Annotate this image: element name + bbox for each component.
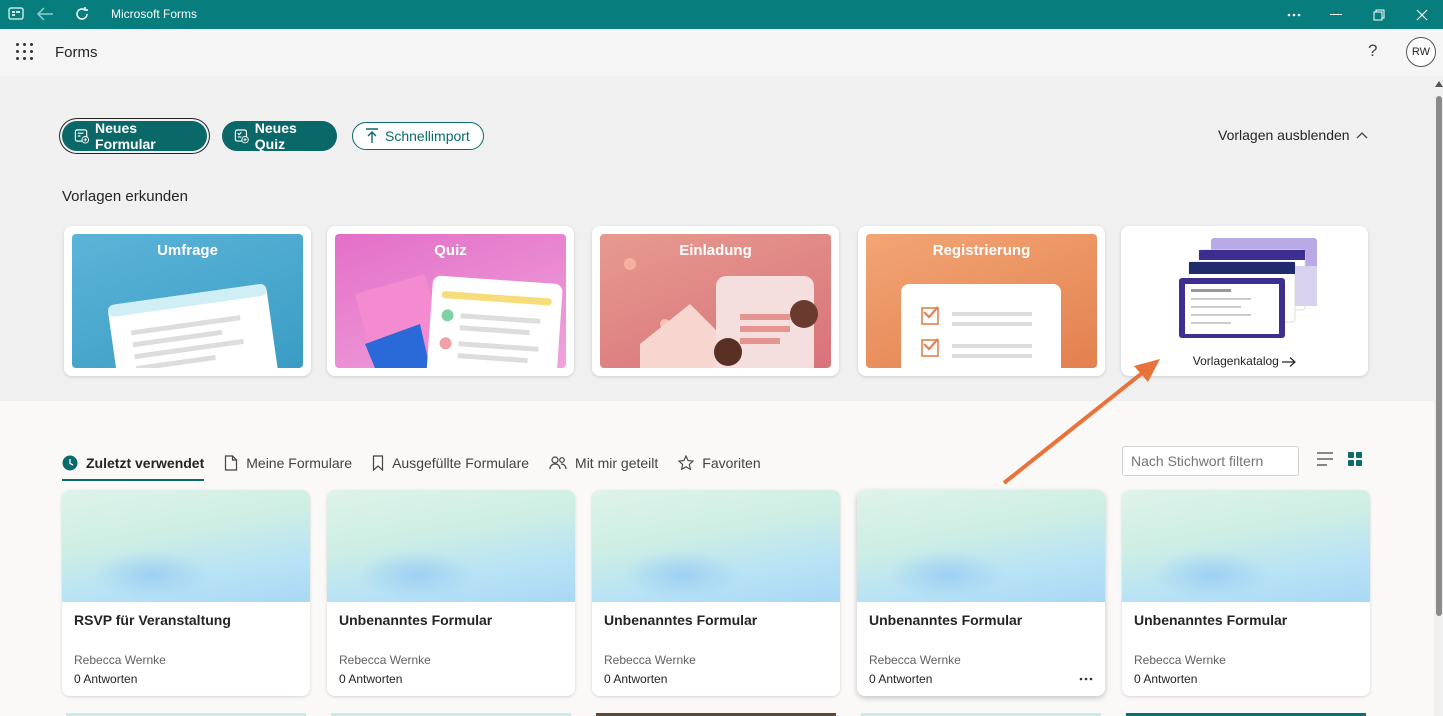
app-launcher-icon[interactable] bbox=[16, 43, 34, 61]
tab-filled-forms-label: Ausgefüllte Formulare bbox=[392, 455, 530, 471]
minimize-button[interactable] bbox=[1314, 0, 1358, 29]
form-card[interactable]: Unbenanntes Formular Rebecca Wernke 0 An… bbox=[857, 490, 1105, 696]
close-button[interactable] bbox=[1400, 0, 1443, 29]
star-icon bbox=[678, 455, 695, 471]
template-card-registration[interactable]: Registrierung bbox=[858, 226, 1105, 376]
new-quiz-label: Neues Quiz bbox=[254, 120, 297, 152]
quick-import-button[interactable]: Schnellimport bbox=[352, 122, 484, 150]
template-card-survey[interactable]: Umfrage bbox=[64, 226, 311, 376]
people-icon bbox=[549, 456, 567, 470]
document-icon bbox=[225, 455, 238, 471]
list-view-icon[interactable] bbox=[1316, 452, 1334, 466]
tab-my-forms[interactable]: Meine Formulare bbox=[224, 451, 352, 475]
form-card-banner bbox=[857, 490, 1105, 602]
keyword-filter-input[interactable] bbox=[1122, 446, 1299, 476]
template-catalog-card[interactable]: Vorlagenkatalog bbox=[1121, 226, 1368, 376]
template-title-registration: Registrierung bbox=[932, 242, 1031, 259]
template-card-quiz[interactable]: Quiz bbox=[327, 226, 574, 376]
form-title: Unbenanntes Formular bbox=[1134, 612, 1288, 628]
refresh-icon[interactable] bbox=[74, 6, 90, 22]
forms-section: Zuletzt verwendet Meine Formulare Ausgef… bbox=[0, 401, 1434, 716]
form-owner: Rebecca Wernke bbox=[869, 653, 961, 667]
app-name[interactable]: Forms bbox=[55, 44, 98, 61]
form-response-count: 0 Antworten bbox=[74, 672, 138, 686]
template-catalog-label: Vorlagenkatalog bbox=[1192, 354, 1279, 368]
upload-icon bbox=[366, 128, 378, 143]
form-card[interactable]: Unbenanntes Formular Rebecca Wernke 0 An… bbox=[327, 490, 575, 696]
arrow-right-icon bbox=[1282, 356, 1297, 367]
form-owner: Rebecca Wernke bbox=[74, 653, 166, 667]
survey-illustration: Umfrage bbox=[72, 234, 303, 368]
quick-import-label: Schnellimport bbox=[385, 128, 470, 144]
vertical-scrollbar[interactable] bbox=[1434, 76, 1443, 716]
form-title: Unbenanntes Formular bbox=[869, 612, 1023, 628]
forms-app-icon bbox=[8, 6, 24, 22]
template-title-invitation: Einladung bbox=[679, 242, 752, 259]
template-card-invitation[interactable]: Einladung bbox=[592, 226, 839, 376]
tab-recent[interactable]: Zuletzt verwendet bbox=[62, 451, 205, 481]
tab-shared-label: Mit mir geteilt bbox=[575, 455, 659, 471]
scrollbar-thumb[interactable] bbox=[1436, 96, 1442, 616]
form-response-count: 0 Antworten bbox=[339, 672, 403, 686]
form-card-banner bbox=[592, 490, 840, 602]
window-titlebar: Microsoft Forms bbox=[0, 0, 1443, 29]
form-owner: Rebecca Wernke bbox=[339, 653, 431, 667]
chevron-up-icon bbox=[1356, 132, 1368, 139]
registration-illustration: Registrierung bbox=[866, 234, 1097, 368]
scroll-up-icon[interactable] bbox=[1435, 81, 1443, 87]
window-title: Microsoft Forms bbox=[111, 7, 198, 21]
tab-favorites-label: Favoriten bbox=[702, 455, 761, 471]
new-form-label: Neues Formular bbox=[95, 120, 156, 152]
tab-favorites[interactable]: Favoriten bbox=[678, 451, 761, 475]
hide-templates-toggle[interactable]: Vorlagen ausblenden bbox=[1218, 127, 1368, 143]
tab-recent-label: Zuletzt verwendet bbox=[86, 455, 205, 471]
form-response-count: 0 Antworten bbox=[604, 672, 668, 686]
help-icon[interactable]: ? bbox=[1368, 41, 1377, 61]
form-owner: Rebecca Wernke bbox=[1134, 653, 1226, 667]
tab-shared-with-me[interactable]: Mit mir geteilt bbox=[549, 451, 658, 475]
tab-my-forms-label: Meine Formulare bbox=[246, 455, 353, 471]
form-response-count: 0 Antworten bbox=[1134, 672, 1198, 686]
form-title: RSVP für Veranstaltung bbox=[74, 612, 231, 628]
avatar[interactable]: RW bbox=[1406, 37, 1436, 67]
new-quiz-icon bbox=[234, 129, 249, 144]
form-response-count: 0 Antworten bbox=[869, 672, 933, 686]
form-card[interactable]: Unbenanntes Formular Rebecca Wernke 0 An… bbox=[1122, 490, 1370, 696]
hide-templates-label: Vorlagen ausblenden bbox=[1218, 127, 1350, 143]
form-title: Unbenanntes Formular bbox=[339, 612, 493, 628]
quiz-illustration: Quiz bbox=[335, 234, 566, 368]
bookmark-icon bbox=[372, 455, 384, 471]
template-catalog-illustration bbox=[1179, 238, 1317, 338]
back-arrow-icon[interactable] bbox=[36, 6, 54, 22]
more-options-icon[interactable] bbox=[1079, 677, 1093, 681]
new-form-icon bbox=[74, 129, 90, 144]
new-quiz-button[interactable]: Neues Quiz bbox=[222, 120, 337, 152]
form-card[interactable]: RSVP für Veranstaltung Rebecca Wernke 0 … bbox=[62, 490, 310, 696]
form-owner: Rebecca Wernke bbox=[604, 653, 696, 667]
template-catalog-link[interactable]: Vorlagenkatalog bbox=[1121, 354, 1368, 368]
templates-heading: Vorlagen erkunden bbox=[62, 188, 188, 205]
form-card[interactable]: Unbenanntes Formular Rebecca Wernke 0 An… bbox=[592, 490, 840, 696]
more-options-icon[interactable] bbox=[1272, 0, 1316, 29]
form-card-banner bbox=[1122, 490, 1370, 602]
form-title: Unbenanntes Formular bbox=[604, 612, 758, 628]
grid-view-icon[interactable] bbox=[1348, 452, 1362, 466]
invitation-illustration: Einladung bbox=[600, 234, 831, 368]
form-card-banner bbox=[62, 490, 310, 602]
new-form-button[interactable]: Neues Formular bbox=[62, 120, 207, 152]
template-title-quiz: Quiz bbox=[434, 242, 467, 259]
form-card-banner bbox=[327, 490, 575, 602]
templates-section: Neues Formular Neues Quiz Schnellimport … bbox=[0, 76, 1434, 401]
forms-tabs: Zuletzt verwendet Meine Formulare Ausgef… bbox=[62, 451, 781, 481]
app-header: Forms ? RW bbox=[0, 29, 1436, 76]
tab-filled-forms[interactable]: Ausgefüllte Formulare bbox=[372, 451, 529, 475]
restore-button[interactable] bbox=[1357, 0, 1401, 29]
clock-icon bbox=[62, 455, 78, 471]
template-title-survey: Umfrage bbox=[157, 242, 218, 259]
